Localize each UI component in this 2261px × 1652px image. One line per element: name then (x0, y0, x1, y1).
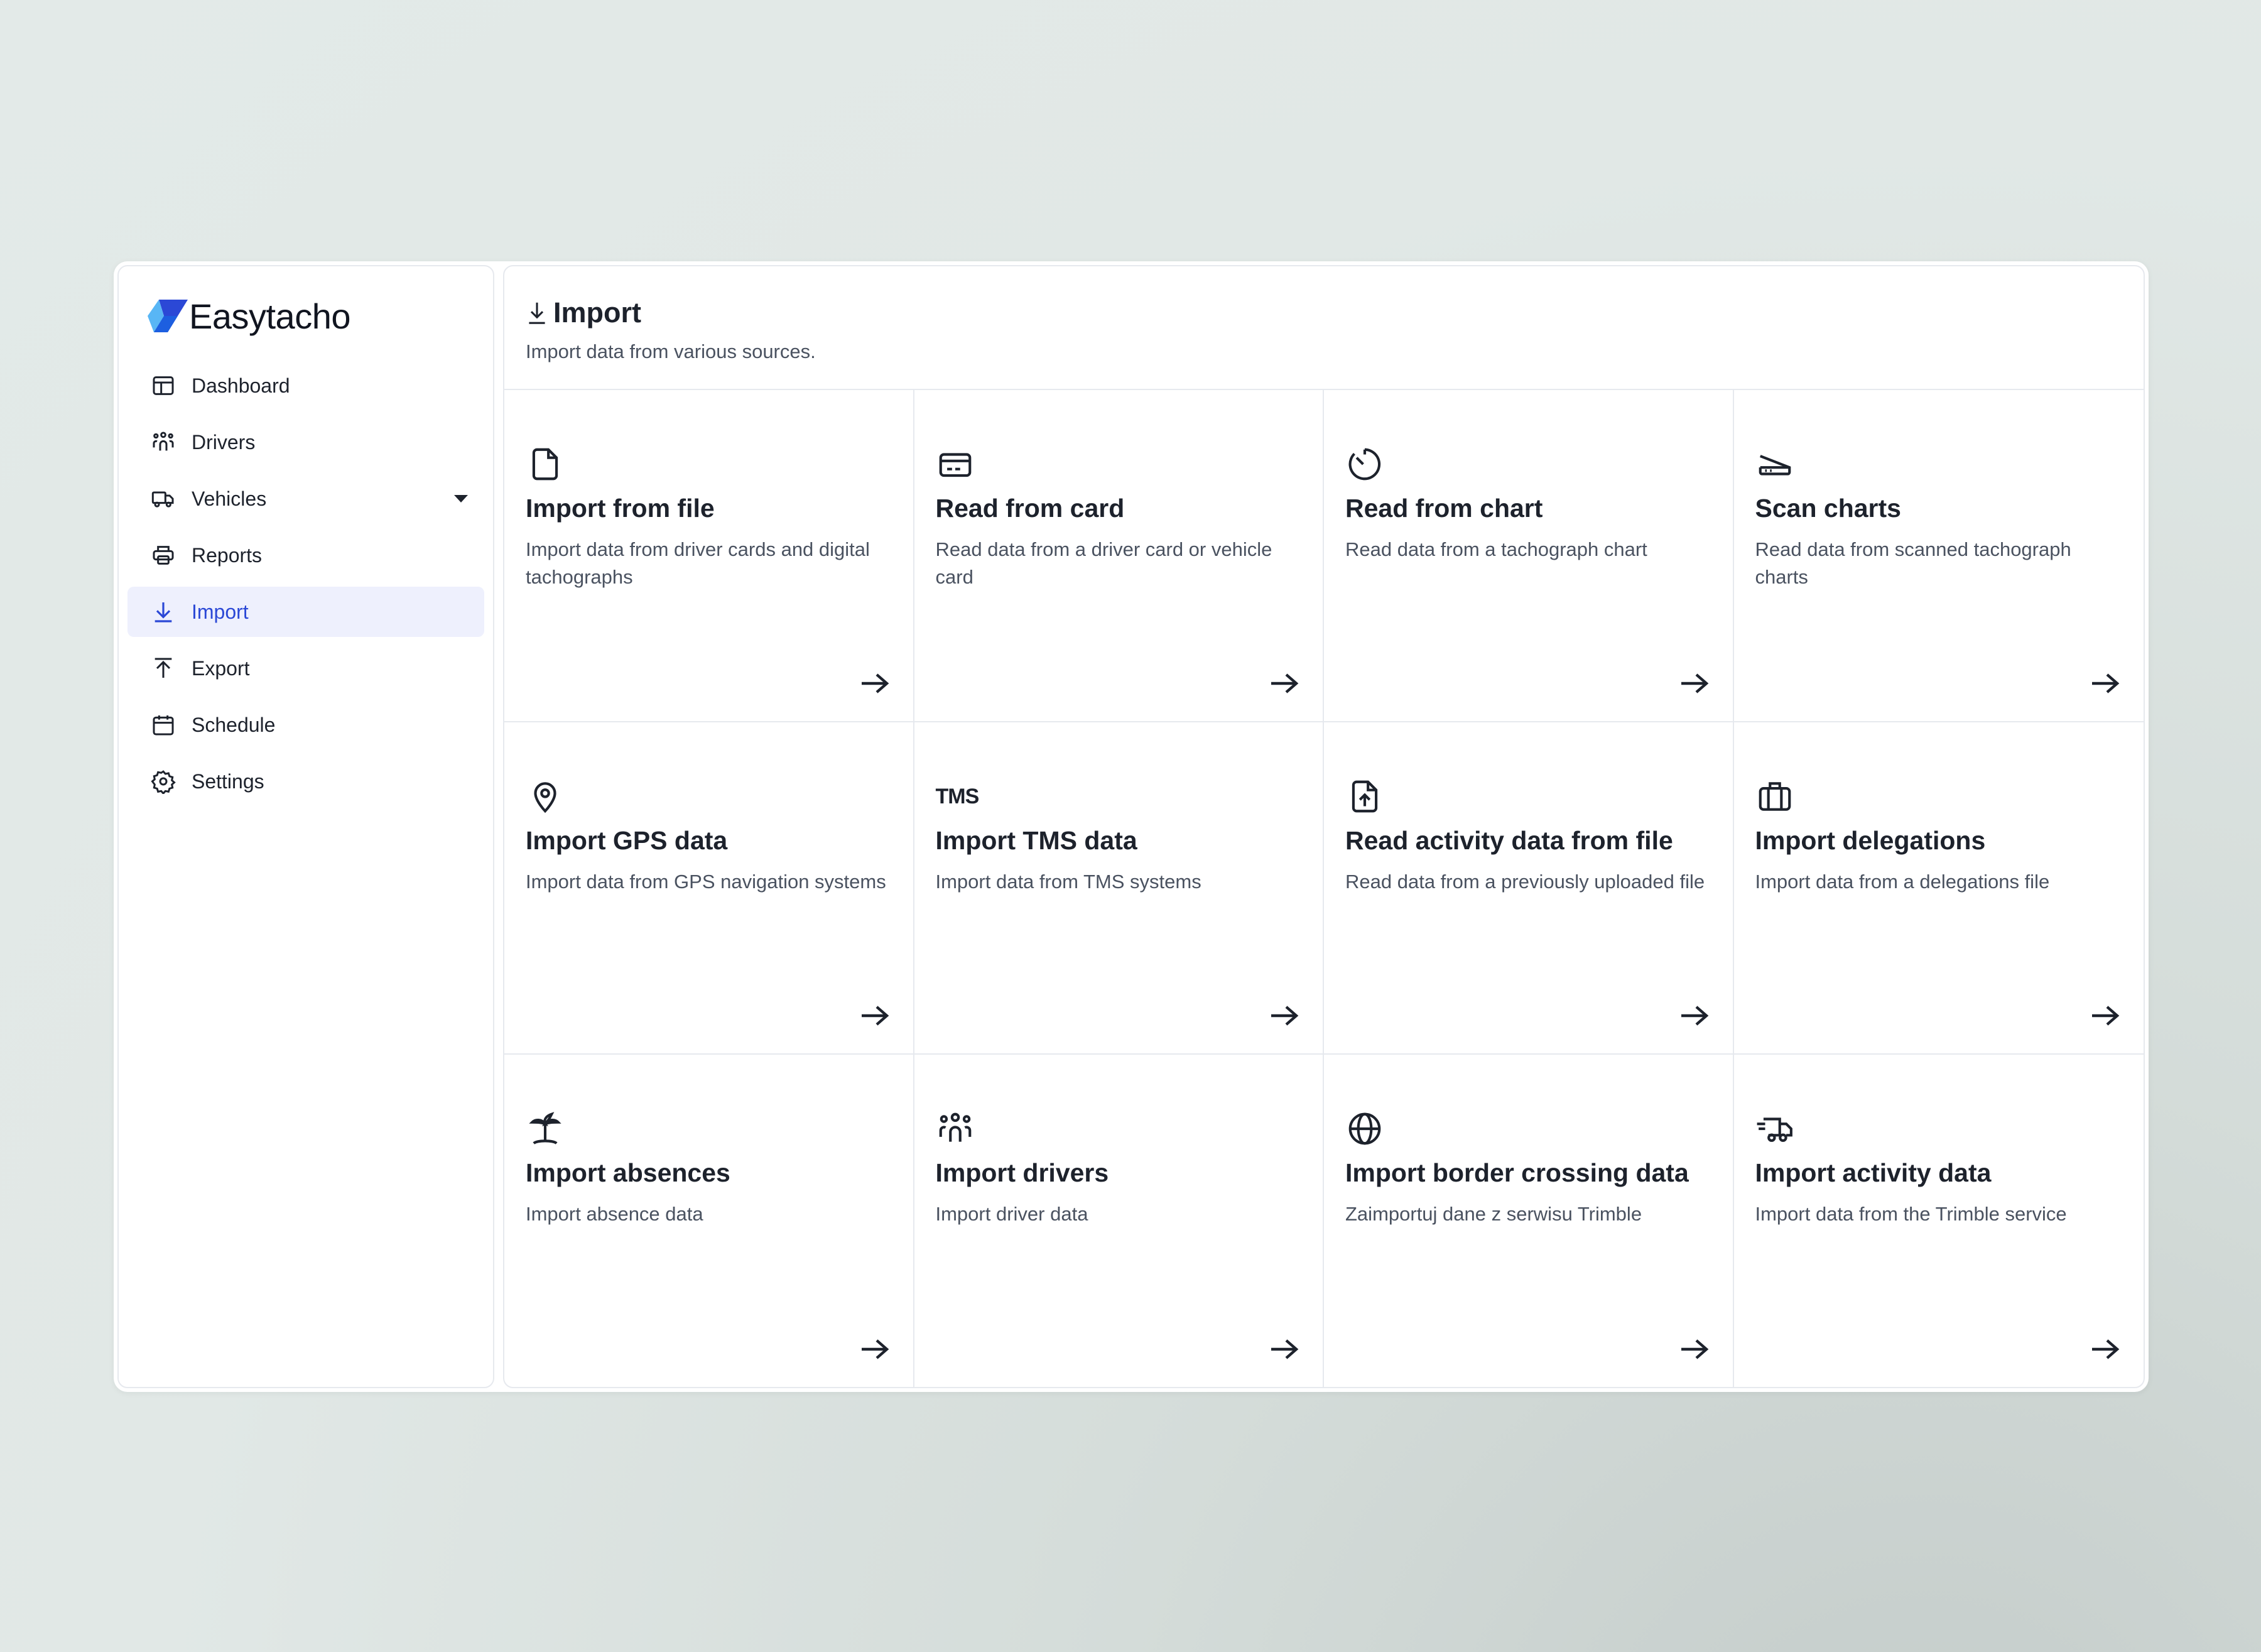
card-title: Import from file (526, 494, 715, 523)
card-title: Import activity data (1755, 1158, 1992, 1187)
page-header: Import Import data from various sources. (504, 266, 2144, 390)
sidebar-item-label: Settings (192, 769, 264, 793)
scanner-icon (1755, 444, 1796, 484)
sidebar-item-schedule[interactable]: Schedule (127, 700, 484, 750)
sidebar-item-label: Reports (192, 543, 263, 567)
chart-dial-icon (1345, 444, 1385, 484)
brand-name: Easytacho (189, 296, 351, 336)
sidebar-item-label: Import (192, 600, 249, 623)
card-title: Scan charts (1755, 494, 1901, 523)
layout-icon (150, 372, 176, 399)
card-title: Import absences (526, 1158, 730, 1187)
card-import-border-crossing-data[interactable]: Import border crossing data Zaimportuj d… (1324, 1055, 1734, 1387)
sidebar-item-export[interactable]: Export (127, 643, 484, 693)
upload-icon (150, 655, 176, 682)
card-import-delegations[interactable]: Import delegations Import data from a de… (1733, 722, 2144, 1055)
sidebar-item-drivers[interactable]: Drivers (127, 417, 484, 467)
file-icon (526, 444, 566, 484)
calendar-icon (150, 712, 176, 738)
page-subtitle: Import data from various sources. (526, 340, 816, 362)
sidebar-item-dashboard[interactable]: Dashboard (127, 361, 484, 411)
briefcase-icon (1755, 776, 1796, 817)
card-title: Import border crossing data (1345, 1158, 1689, 1187)
download-icon (529, 302, 545, 324)
card-description: Import data from the Trimble service (1755, 1203, 2067, 1225)
arrow-right-icon[interactable] (1679, 1337, 1710, 1362)
arrow-right-icon[interactable] (859, 1003, 891, 1028)
card-import-activity-data[interactable]: Import activity data Import data from th… (1734, 1055, 2144, 1387)
card-description: Import driver data (935, 1203, 1088, 1225)
card-title: Import GPS data (526, 826, 728, 855)
card-description: Import data from GPS navigation systems (526, 871, 886, 893)
card-read-activity-data-from-file[interactable]: Read activity data from file Read data f… (1324, 722, 1734, 1055)
main-panel: Import Import data from various sources.… (503, 265, 2145, 1388)
card-import-tms-data[interactable]: TMS Import TMS data Import data from TMS… (914, 722, 1324, 1055)
sidebar-item-label: Drivers (192, 430, 256, 454)
easytacho-logo-icon (148, 300, 188, 332)
card-read-from-card[interactable]: Read from card Read data from a driver c… (914, 390, 1324, 722)
sidebar-item-import[interactable]: Import (127, 587, 484, 637)
sidebar-item-label: Vehicles (192, 487, 267, 510)
arrow-right-icon[interactable] (1679, 1003, 1710, 1028)
arrow-right-icon[interactable] (2090, 671, 2121, 696)
truck-fast-icon (1755, 1109, 1796, 1149)
map-pin-icon (526, 776, 566, 817)
card-description: Read data from a tachograph chart (1345, 538, 1647, 560)
card-import-drivers[interactable]: Import drivers Import driver data (914, 1055, 1324, 1387)
download-icon (150, 599, 176, 625)
card-description: Import data from driver cards and digita… (526, 538, 870, 588)
card-description: Read data from a previously uploaded fil… (1345, 871, 1705, 893)
sidebar-item-vehicles[interactable]: Vehicles (127, 474, 484, 524)
palm-tree-icon (526, 1109, 566, 1149)
arrow-right-icon[interactable] (1269, 671, 1300, 696)
users-icon (150, 429, 176, 455)
card-description: Import data from TMS systems (935, 871, 1201, 893)
import-options-grid: Import from file Import data from driver… (504, 390, 2144, 1387)
card-description: Zaimportuj dane z serwisu Trimble (1345, 1203, 1642, 1225)
card-title: Import TMS data (935, 826, 1137, 855)
printer-icon (150, 542, 176, 568)
card-read-from-chart[interactable]: Read from chart Read data from a tachogr… (1324, 390, 1734, 722)
card-import-from-file[interactable]: Import from file Import data from driver… (504, 390, 914, 722)
gear-icon (150, 768, 176, 795)
card-title: Read activity data from file (1345, 826, 1673, 855)
arrow-right-icon[interactable] (859, 671, 891, 696)
sidebar-item-label: Export (192, 656, 250, 680)
card-description: Read data from a driver card or vehicle … (935, 538, 1272, 588)
card-title: Read from chart (1345, 494, 1543, 523)
card-import-absences[interactable]: Import absences Import absence data (504, 1055, 914, 1387)
card-description: Import absence data (526, 1203, 703, 1225)
globe-icon (1345, 1109, 1385, 1149)
arrow-right-icon[interactable] (1269, 1337, 1300, 1362)
arrow-right-icon[interactable] (2090, 1003, 2121, 1028)
card-icon (936, 444, 976, 484)
card-import-gps-data[interactable]: Import GPS data Import data from GPS nav… (504, 722, 914, 1055)
sidebar-item-settings[interactable]: Settings (127, 756, 484, 807)
arrow-right-icon[interactable] (1269, 1003, 1300, 1028)
users-icon (936, 1109, 976, 1149)
arrow-right-icon[interactable] (859, 1337, 891, 1362)
app-window: Easytacho Dashboard Drivers Vehicles Rep… (114, 261, 2149, 1392)
sidebar-item-reports[interactable]: Reports (127, 530, 484, 580)
chevron-down-icon[interactable] (454, 495, 468, 503)
truck-icon (150, 486, 176, 512)
card-scan-charts[interactable]: Scan charts Read data from scanned tacho… (1733, 390, 2144, 722)
page-title: Import (553, 296, 641, 329)
arrow-right-icon[interactable] (1679, 671, 1710, 696)
card-description: Import data from a delegations file (1755, 871, 2050, 893)
sidebar-item-label: Dashboard (192, 374, 290, 397)
card-title: Import delegations (1755, 826, 1986, 855)
arrow-right-icon[interactable] (2090, 1337, 2121, 1362)
sidebar-item-label: Schedule (192, 713, 276, 736)
tms-icon: TMS (935, 784, 980, 808)
sidebar: Easytacho Dashboard Drivers Vehicles Rep… (117, 265, 494, 1388)
card-title: Read from card (935, 494, 1125, 523)
brand-logo[interactable]: Easytacho (146, 296, 484, 336)
card-title: Import drivers (935, 1158, 1109, 1187)
card-description: Read data from scanned tachograph charts (1755, 538, 2071, 588)
file-upload-icon (1345, 776, 1385, 817)
